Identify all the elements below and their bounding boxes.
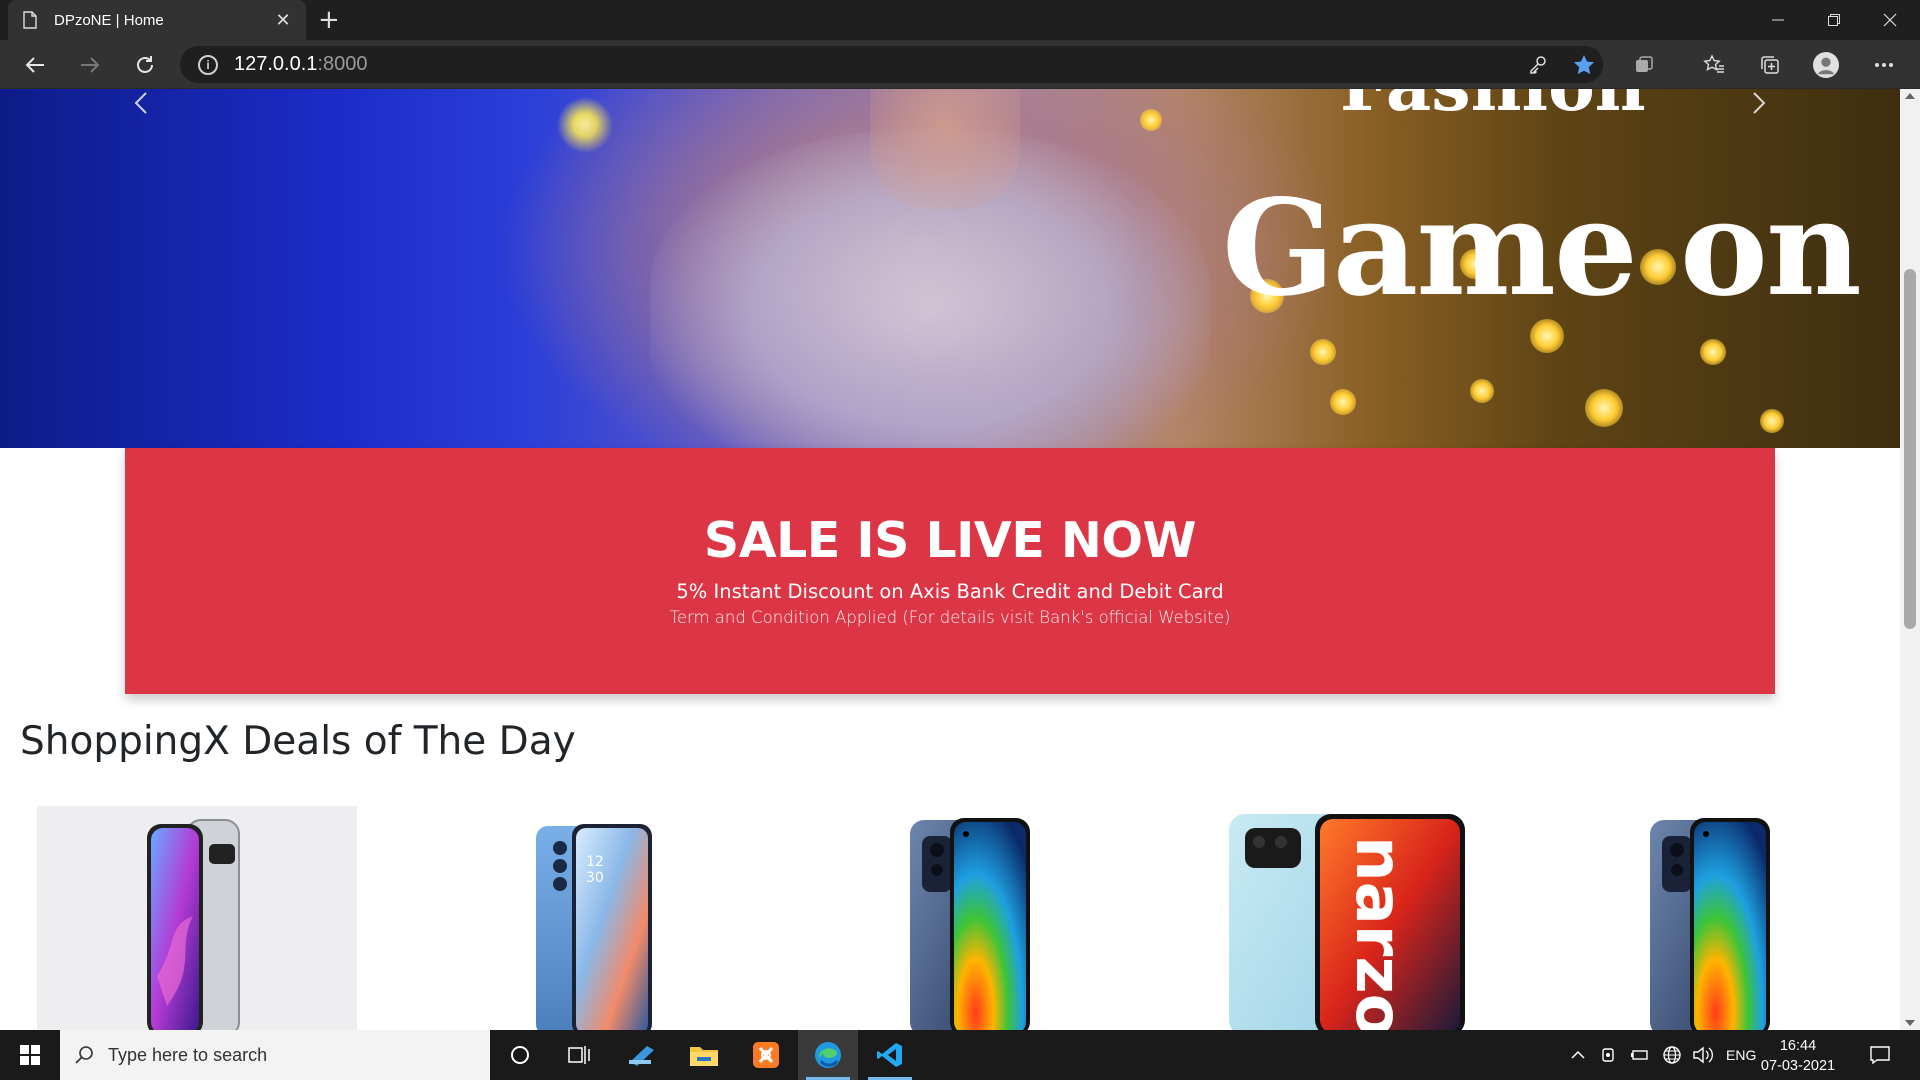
bokeh-light xyxy=(1760,409,1784,433)
page-icon xyxy=(23,11,37,29)
device-icon[interactable] xyxy=(1600,1046,1618,1064)
back-button[interactable] xyxy=(20,50,50,80)
hero-model-neck xyxy=(870,89,1020,209)
network-globe-icon[interactable] xyxy=(1662,1045,1682,1065)
product-card[interactable]: narzo xyxy=(1150,806,1510,1030)
carousel-next-icon[interactable] xyxy=(1746,91,1770,115)
task-view-button[interactable] xyxy=(550,1030,610,1080)
product-card[interactable]: 12 30 xyxy=(420,806,740,1030)
scroll-down-icon[interactable] xyxy=(1905,1020,1915,1026)
svg-text:12: 12 xyxy=(586,854,604,870)
minimize-icon xyxy=(1772,19,1784,21)
search-icon xyxy=(75,1046,93,1064)
taskbar-app-file-explorer[interactable] xyxy=(674,1030,734,1080)
bokeh-light xyxy=(1140,109,1162,131)
address-host: 127.0.0.1 xyxy=(234,53,318,75)
notification-icon xyxy=(1870,1046,1890,1065)
back-arrow-icon xyxy=(25,57,44,73)
realme-narzo-phone-image: narzo xyxy=(1229,814,1465,1030)
taskbar-app-edge[interactable] xyxy=(798,1030,858,1080)
collections-icon[interactable] xyxy=(1757,52,1783,78)
bokeh-light xyxy=(1330,389,1356,415)
carousel-prev-icon[interactable] xyxy=(130,91,154,115)
close-icon xyxy=(1883,13,1897,27)
scroll-up-icon[interactable] xyxy=(1905,93,1915,99)
tab-title: DPzoNE | Home xyxy=(54,11,164,29)
address-bar[interactable]: i 127.0.0.1:8000 xyxy=(180,46,1603,83)
taskbar-app-remote[interactable] xyxy=(612,1030,672,1080)
deals-section-title: ShoppingX Deals of The Day xyxy=(20,719,576,764)
samsung-phone-image xyxy=(147,819,240,1030)
browser-titlebar: DPzoNE | Home ✕ + xyxy=(0,0,1920,40)
redmi-phone-image-2 xyxy=(1650,818,1770,1030)
new-tab-button[interactable]: + xyxy=(318,5,340,35)
windows-logo-icon xyxy=(20,1045,40,1065)
profile-avatar-icon[interactable] xyxy=(1813,52,1839,78)
battery-icon[interactable] xyxy=(1630,1046,1650,1064)
restore-icon xyxy=(1828,14,1840,26)
restore-button[interactable] xyxy=(1806,0,1862,40)
refresh-icon xyxy=(137,56,153,73)
clock-time: 16:44 xyxy=(1779,1038,1817,1054)
close-window-button[interactable] xyxy=(1862,0,1918,40)
clock-date: 07-03-2021 xyxy=(1760,1058,1836,1074)
svg-text:narzo: narzo xyxy=(1341,836,1415,1030)
chevron-up-icon[interactable] xyxy=(1570,1047,1586,1063)
bokeh-light xyxy=(1470,379,1494,403)
page-scrollbar[interactable] xyxy=(1900,89,1920,1030)
redmi-phone-image xyxy=(910,818,1030,1030)
product-card[interactable] xyxy=(800,806,1120,1030)
collections-tab-icon[interactable] xyxy=(1631,52,1657,78)
taskbar-app-xampp[interactable] xyxy=(736,1030,796,1080)
taskbar-search-box[interactable]: Type here to search xyxy=(60,1030,490,1080)
taskbar-app-vscode[interactable] xyxy=(860,1030,920,1080)
minimize-button[interactable] xyxy=(1750,0,1806,40)
bokeh-light xyxy=(1310,339,1336,365)
tab-close-icon[interactable]: ✕ xyxy=(274,10,292,31)
hero-headline: Game on xyxy=(1222,171,1862,326)
site-info-icon[interactable]: i xyxy=(198,54,218,75)
vscode-icon xyxy=(877,1043,902,1067)
forward-arrow-icon xyxy=(81,57,100,73)
browser-tab-active[interactable]: DPzoNE | Home ✕ xyxy=(8,0,306,40)
oppo-phone-image: 12 30 xyxy=(536,824,652,1030)
refresh-button[interactable] xyxy=(130,50,160,80)
notifications-button[interactable] xyxy=(1850,1030,1910,1080)
language-indicator[interactable]: ENG xyxy=(1726,1047,1756,1063)
page-viewport: Fashion Game on SALE IS LIVE NOW 5% Inst… xyxy=(0,89,1900,1030)
sale-terms-text: Term and Condition Applied (For details … xyxy=(669,608,1231,627)
search-placeholder: Type here to search xyxy=(108,1044,268,1065)
address-port: :8000 xyxy=(317,53,368,75)
favorite-star-icon[interactable] xyxy=(1571,52,1597,78)
system-tray: ENG xyxy=(1570,1030,1756,1080)
cortana-icon xyxy=(511,1046,529,1064)
favorites-list-icon[interactable] xyxy=(1701,52,1727,78)
folder-icon xyxy=(690,1047,718,1066)
windows-taskbar: Type here to search ENG 16:44 07-03-2021 xyxy=(0,1030,1920,1080)
taskbar-clock[interactable]: 16:44 07-03-2021 xyxy=(1758,1036,1838,1076)
key-icon[interactable] xyxy=(1525,52,1551,78)
product-card[interactable] xyxy=(1550,806,1870,1030)
more-menu-icon[interactable] xyxy=(1871,52,1897,78)
sale-banner: SALE IS LIVE NOW 5% Instant Discount on … xyxy=(125,448,1775,694)
scrollbar-thumb[interactable] xyxy=(1904,269,1916,629)
xampp-icon xyxy=(753,1042,779,1068)
volume-icon[interactable] xyxy=(1692,1045,1714,1065)
browser-toolbar: i 127.0.0.1:8000 xyxy=(0,40,1920,89)
start-button[interactable] xyxy=(0,1030,60,1080)
bokeh-light xyxy=(1700,339,1726,365)
bokeh-light xyxy=(1585,389,1623,427)
sale-discount-text: 5% Instant Discount on Axis Bank Credit … xyxy=(676,580,1224,603)
remote-desktop-icon xyxy=(629,1046,654,1066)
cortana-button[interactable] xyxy=(490,1030,550,1080)
hero-carousel: Fashion Game on xyxy=(0,89,1900,459)
edge-browser-icon xyxy=(815,1042,841,1068)
task-view-icon xyxy=(568,1046,590,1064)
forward-button[interactable] xyxy=(75,50,105,80)
product-card[interactable] xyxy=(37,806,357,1030)
sale-title: SALE IS LIVE NOW xyxy=(703,512,1197,569)
hero-headline-top: Fashion xyxy=(1340,89,1646,121)
svg-text:30: 30 xyxy=(586,870,604,886)
